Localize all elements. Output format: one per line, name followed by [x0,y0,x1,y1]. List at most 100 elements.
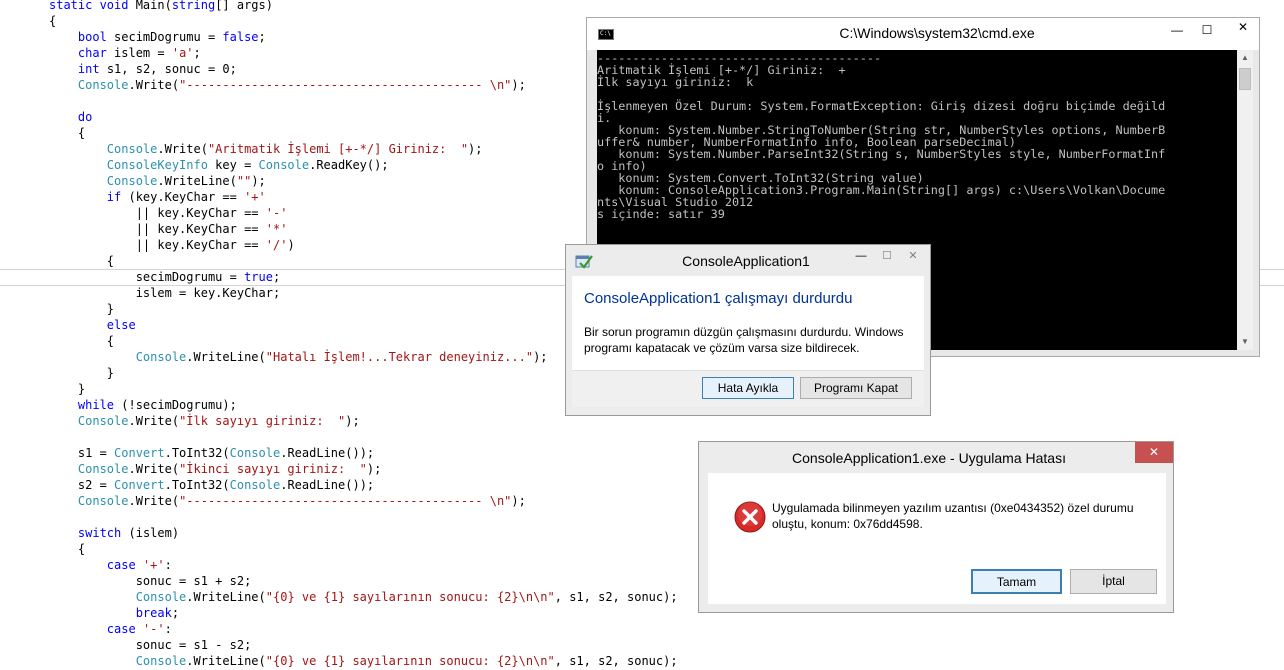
code-token: (!secimDogrumu); [114,398,237,412]
code-line: s2 = Convert.ToInt32(Console.ReadLine())… [49,477,374,493]
code-token: string [171,0,216,12]
code-token: Console [106,174,158,188]
cmd-titlebar[interactable]: C:\ C:\Windows\system32\cmd.exe — ☐ ✕ [587,18,1259,50]
close-icon[interactable]: ✕ [1135,442,1173,463]
code-token: ); [345,414,360,428]
code-token: else [106,318,136,332]
code-token: "---------------------------------------… [179,78,512,92]
code-line: { [49,541,85,557]
cancel-button[interactable]: İptal [1070,569,1157,594]
code-line: sonuc = s1 - s2; [49,637,252,653]
code-token: char [77,46,107,60]
code-line: islem = key.KeyChar; [49,285,281,301]
code-token: } [49,302,115,316]
debug-button[interactable]: Hata Ayıkla [702,377,794,399]
code-token: "{0} ve {1} sayılarının sonucu: {2}\n\n" [265,590,555,604]
code-token: 'a' [171,46,194,60]
code-token: "İlk sayıyı giriniz: " [179,414,346,428]
dialog-message: Bir sorun programın düzgün çalışmasını d… [584,325,904,355]
cmd-window-title: C:\Windows\system32\cmd.exe [839,25,1035,41]
code-token: Convert [114,446,165,460]
cmd-scrollbar[interactable]: ▲ ▼ [1237,50,1253,350]
application-error-dialog[interactable]: ConsoleApplication1.exe - Uygulama Hatas… [698,441,1174,613]
code-token: "İkinci sayıyı giriniz: " [179,462,367,476]
app-stopped-dialog[interactable]: ConsoleApplication1 — ☐ ✕ ConsoleApplica… [565,244,931,416]
code-token: "Aritmatik İşlemi [+-*/] Giriniz: " [207,142,469,156]
code-token: Console [229,478,281,492]
code-token: if [106,190,122,204]
code-token: "{0} ve {1} sayılarının sonucu: {2}\n\n" [265,654,555,668]
code-token: Console [229,446,281,460]
code-token: Main( [135,0,172,12]
minimize-icon[interactable]: — [850,249,872,263]
code-token: '-' [142,622,165,636]
code-token: .ToInt32( [164,446,230,460]
code-token: ); [511,78,526,92]
code-token: '+' [244,190,266,204]
close-icon: ✕ [908,250,918,262]
code-token: ); [366,462,382,476]
close-program-button[interactable]: Programı Kapat [800,377,912,399]
code-token: .WriteLine( [186,350,266,364]
code-token: secimDogrumu = [106,30,223,44]
console-line: s içinde: satır 39 [597,207,725,221]
code-token: .ReadKey(); [309,158,389,172]
code-line: Console.WriteLine("{0} ve {1} sayılarını… [49,653,678,669]
code-line: else [49,317,136,333]
dialog-body: Uygulamada bilinmeyen yazılım uzantısı (… [708,473,1166,604]
code-token: '/' [265,238,288,252]
error-icon [734,501,766,533]
code-token: ; [258,30,266,44]
code-line: secimDogrumu = true; [49,269,281,285]
code-line: if (key.KeyChar == '+' [49,189,266,205]
code-token: .Write( [128,494,180,508]
maximize-icon[interactable]: ☐ [1193,20,1221,40]
code-token: "---------------------------------------… [179,494,512,508]
code-line: case '+': [49,557,172,573]
scroll-up-arrow-icon[interactable]: ▲ [1237,50,1253,66]
dialog-message: Uygulamada bilinmeyen yazılım uzantısı (… [772,501,1134,531]
ok-button[interactable]: Tamam [971,569,1062,594]
code-token: '+' [142,558,165,572]
code-token: .Write( [128,78,180,92]
code-token: Console [135,590,187,604]
code-token: (islem) [121,526,180,540]
code-token: Console [77,494,129,508]
code-line: while (!secimDogrumu); [49,397,237,413]
code-line: { [49,125,85,141]
code-token: switch [77,526,122,540]
code-token: Console [135,350,187,364]
code-token: || key.KeyChar == [49,222,266,236]
code-token: ); [468,142,483,156]
scroll-down-arrow-icon[interactable]: ▼ [1237,334,1253,350]
code-line: } [49,381,85,397]
code-token: (key.KeyChar == [121,190,245,204]
code-token: { [49,334,115,348]
code-token: int [77,62,100,76]
scroll-thumb[interactable] [1239,68,1251,90]
minimize-icon[interactable]: — [1163,20,1191,40]
code-token: .ReadLine()); [280,478,375,492]
code-token: s1 = [49,446,115,460]
dialog-title: ConsoleApplication1.exe - Uygulama Hatas… [792,450,1066,466]
code-token: ; [171,606,180,620]
console-line: konum: System.Number.ParseInt32(String s… [597,147,1166,161]
code-line: Console.Write("-------------------------… [49,493,526,509]
code-token: bool [77,30,107,44]
code-token: case [106,558,136,572]
code-token: true [244,270,273,284]
code-token: Console [77,414,129,428]
close-icon[interactable]: ✕ [1227,18,1259,36]
